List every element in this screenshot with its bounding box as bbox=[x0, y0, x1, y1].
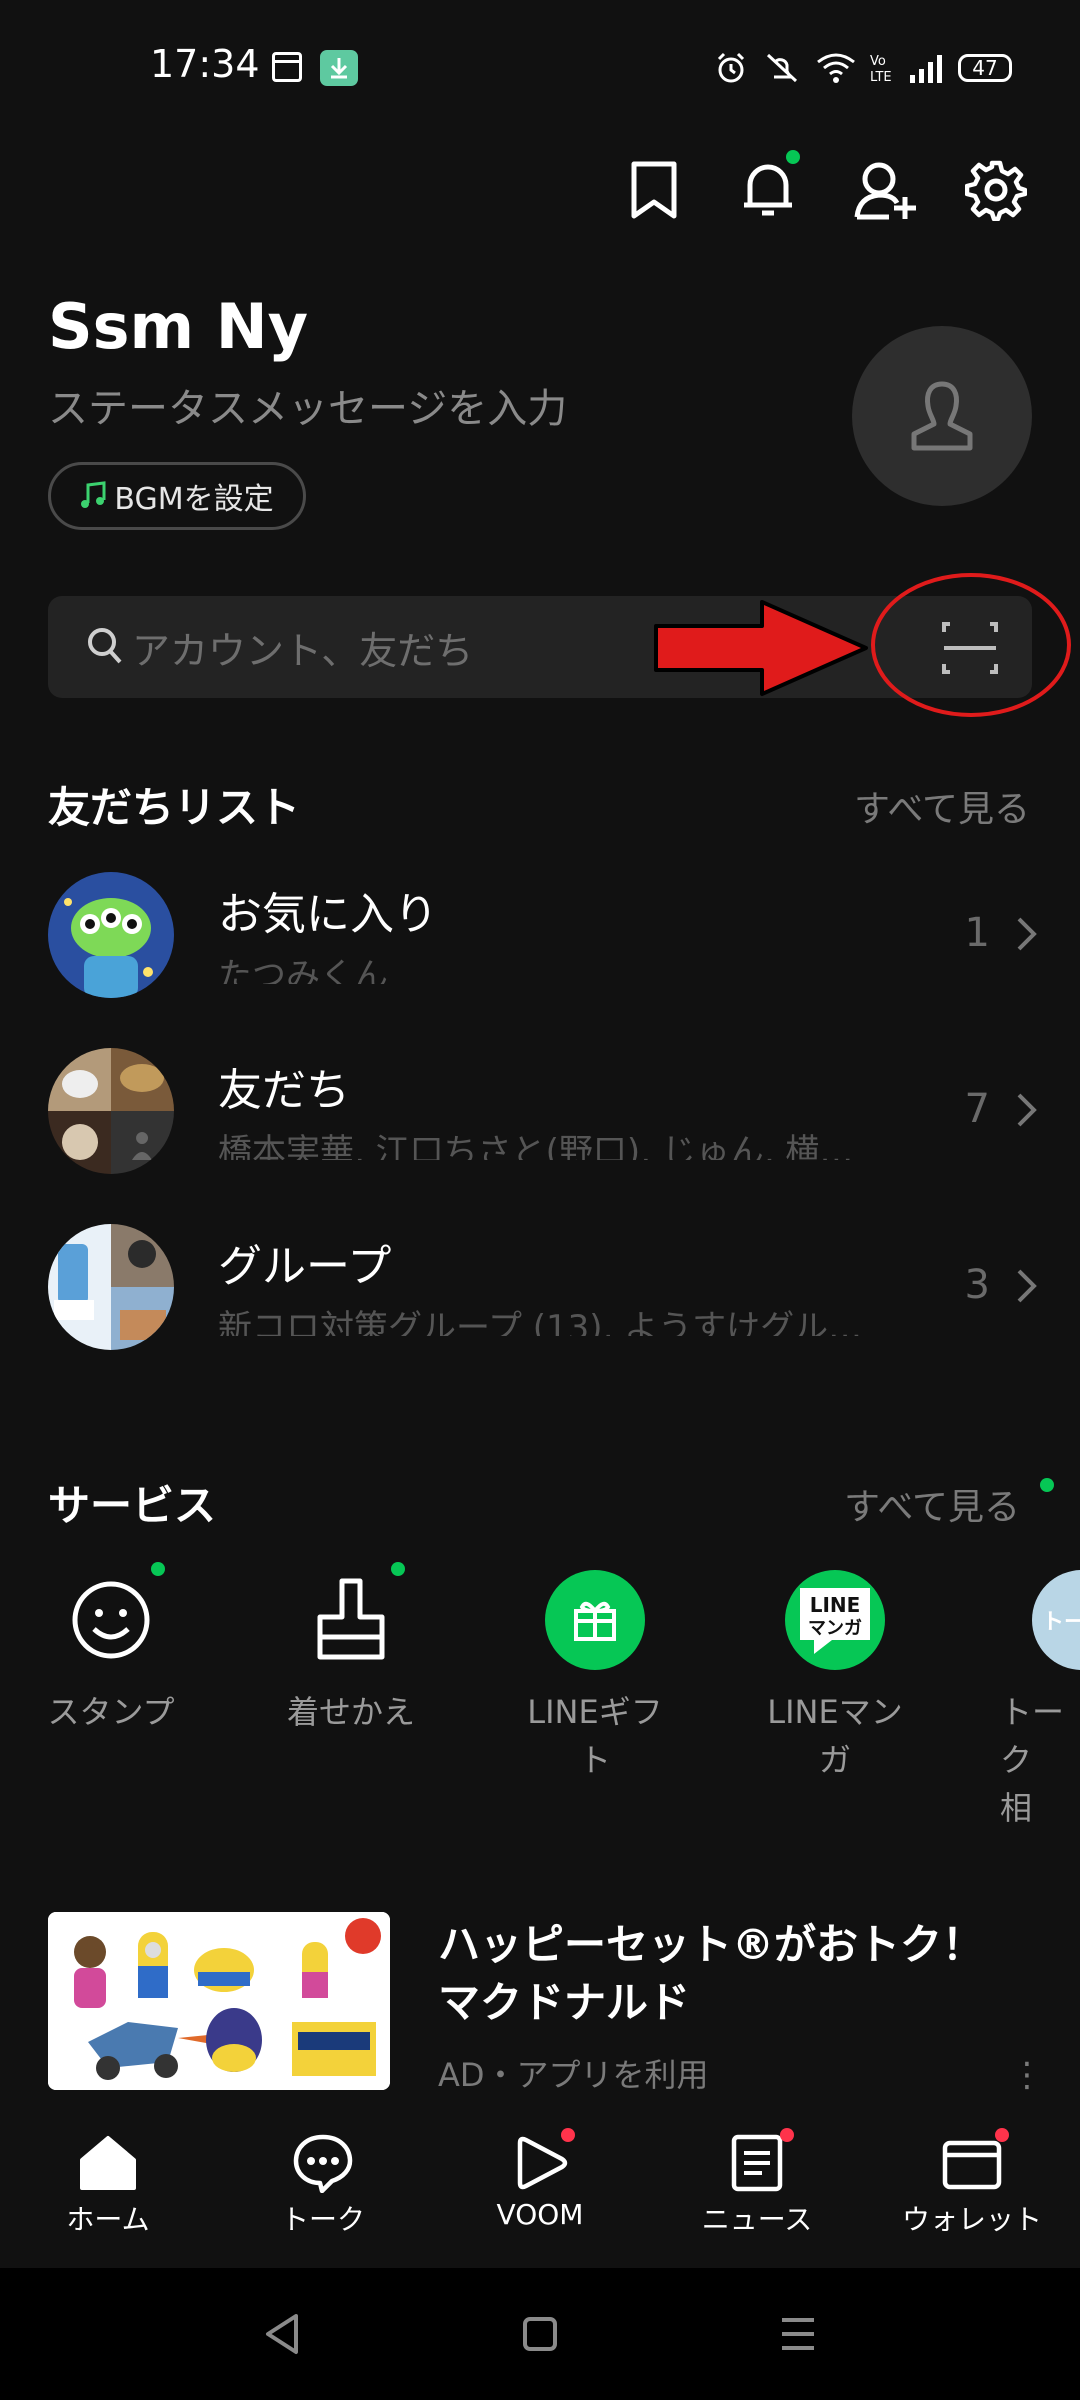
add-friend-icon[interactable] bbox=[846, 150, 926, 230]
battery-icon: 47 bbox=[958, 54, 1012, 82]
annotation-circle bbox=[871, 573, 1071, 717]
brush-icon bbox=[301, 1562, 405, 1670]
chevron-right-icon bbox=[1017, 917, 1037, 951]
person-placeholder-icon bbox=[911, 381, 973, 451]
service-label: トーク 相 bbox=[1000, 1693, 1065, 1827]
chevron-right-icon bbox=[1017, 1093, 1037, 1127]
ad-title-line2: マクドナルド bbox=[438, 1978, 691, 2027]
notification-bell-icon[interactable] bbox=[728, 150, 808, 230]
ad-subtitle: AD・アプリを利用 bbox=[438, 2056, 709, 2094]
service-talk-partial[interactable]: トー CA トーク 相 bbox=[980, 1570, 1080, 1832]
chat-bubble-icon bbox=[288, 2130, 358, 2196]
friends-avatar bbox=[48, 1048, 174, 1174]
download-notification-icon bbox=[320, 50, 358, 86]
friends-see-all-link[interactable]: すべて見る bbox=[854, 780, 1030, 832]
list-item-friends[interactable]: 友だち 橋本実華, 江口ちさと(野口), じゅん, 横… 7 bbox=[48, 1048, 1038, 1198]
tab-wallet[interactable]: ウォレット bbox=[897, 2128, 1047, 2238]
tab-home[interactable]: ホーム bbox=[33, 2130, 183, 2238]
service-label: LINEマン ガ bbox=[767, 1693, 903, 1779]
news-badge bbox=[780, 2128, 794, 2142]
ad-title-line1: ハッピーセット®がおトク！ bbox=[438, 1920, 985, 1969]
services-section-title: サービス bbox=[48, 1481, 217, 1530]
wallet-icon bbox=[937, 2128, 1009, 2196]
tab-talk[interactable]: トーク bbox=[248, 2130, 398, 2238]
wallet-badge bbox=[995, 2128, 1009, 2142]
themes-badge bbox=[391, 1562, 405, 1576]
profile-name[interactable]: Ssm Ny bbox=[48, 290, 308, 363]
back-icon[interactable] bbox=[262, 2312, 302, 2356]
news-icon bbox=[722, 2128, 794, 2196]
alarm-icon bbox=[717, 52, 745, 83]
search-icon bbox=[88, 628, 122, 664]
manga-icon-text-1: LINE bbox=[810, 1593, 861, 1617]
service-label: スタンプ bbox=[47, 1693, 175, 1731]
notification-badge bbox=[786, 150, 800, 164]
favorites-count: 1 bbox=[964, 910, 990, 956]
service-themes[interactable]: 着せかえ bbox=[256, 1562, 446, 1736]
signal-icon bbox=[910, 55, 942, 83]
ad-title[interactable]: ハッピーセット®がおトク！ マクドナルド bbox=[438, 1916, 984, 2032]
services-badge bbox=[1040, 1478, 1054, 1492]
profile-avatar[interactable] bbox=[852, 326, 1032, 506]
calendar-icon bbox=[272, 52, 302, 82]
smiley-icon bbox=[61, 1562, 165, 1670]
groups-count: 3 bbox=[964, 1262, 990, 1308]
list-item-groups[interactable]: グループ 新コロ対策グループ (13), ようすけグル… 3 bbox=[48, 1224, 1038, 1374]
music-note-icon bbox=[81, 481, 106, 508]
search-input[interactable]: アカウント、友だち bbox=[132, 620, 473, 675]
tab-voom-label: VOOM bbox=[496, 2198, 584, 2231]
service-line-manga[interactable]: LINE マンガ LINEマン ガ bbox=[740, 1570, 930, 1784]
groups-avatar bbox=[48, 1224, 174, 1350]
mute-icon bbox=[766, 53, 798, 83]
tab-wallet-label: ウォレット bbox=[901, 2203, 1042, 2236]
bgm-label: BGMを設定 bbox=[114, 482, 274, 517]
service-label: LINEギフ ト bbox=[527, 1693, 663, 1779]
friends-section-title: 友だちリスト bbox=[48, 783, 301, 832]
stamp-badge bbox=[151, 1562, 165, 1576]
tab-news-label: ニュース bbox=[701, 2203, 813, 2236]
manga-icon-text-2: マンガ bbox=[808, 1618, 862, 1639]
wifi-icon bbox=[817, 53, 855, 83]
status-message-field[interactable]: ステータスメッセージを入力 bbox=[48, 376, 567, 434]
status-time: 17:34 bbox=[150, 42, 260, 86]
voom-badge bbox=[561, 2128, 575, 2142]
home-icon bbox=[73, 2130, 143, 2196]
home-nav-icon[interactable] bbox=[522, 2316, 558, 2352]
favorites-avatar bbox=[48, 872, 174, 998]
status-icons: Vo LTE 47 bbox=[714, 46, 1012, 90]
tab-home-label: ホーム bbox=[66, 2203, 150, 2236]
svg-text:Vo: Vo bbox=[870, 54, 886, 69]
service-label: 着せかえ bbox=[286, 1693, 415, 1731]
service-line-gift[interactable]: LINEギフ ト bbox=[500, 1570, 690, 1784]
favorites-title: お気に入り bbox=[218, 889, 438, 940]
favorites-subtitle: たつみくん bbox=[218, 956, 388, 984]
service-stamp[interactable]: スタンプ bbox=[16, 1562, 206, 1736]
friends-subtitle: 橋本実華, 江口ちさと(野口), じゅん, 横… bbox=[218, 1132, 854, 1160]
bookmark-icon[interactable] bbox=[614, 150, 694, 230]
bgm-button[interactable]: BGMを設定 bbox=[48, 462, 306, 530]
chevron-right-icon bbox=[1017, 1269, 1037, 1303]
ad-image[interactable] bbox=[48, 1912, 390, 2090]
services-see-all-link[interactable]: すべて見る bbox=[844, 1478, 1020, 1530]
annotation-arrow bbox=[654, 600, 868, 696]
settings-gear-icon[interactable] bbox=[956, 150, 1036, 230]
friends-title: 友だち bbox=[218, 1065, 350, 1116]
recent-apps-icon[interactable] bbox=[778, 2314, 818, 2354]
list-item-favorites[interactable]: お気に入り たつみくん 1 bbox=[48, 872, 1038, 1022]
more-options-icon[interactable]: ⋮ bbox=[1010, 2055, 1044, 2095]
friends-count: 7 bbox=[964, 1086, 990, 1132]
play-icon bbox=[505, 2128, 575, 2196]
talk-service-icon: トー CA bbox=[1032, 1570, 1080, 1670]
groups-subtitle: 新コロ対策グループ (13), ようすけグル… bbox=[218, 1308, 863, 1336]
manga-icon: LINE マンガ bbox=[785, 1570, 885, 1670]
svg-text:LTE: LTE bbox=[870, 70, 892, 85]
gift-icon bbox=[545, 1570, 645, 1670]
volte-icon: VoLTE bbox=[870, 54, 892, 85]
groups-title: グループ bbox=[218, 1241, 392, 1292]
tab-news[interactable]: ニュース bbox=[682, 2128, 832, 2238]
tab-voom[interactable]: VOOM bbox=[465, 2128, 615, 2231]
tab-talk-label: トーク bbox=[280, 2203, 365, 2236]
